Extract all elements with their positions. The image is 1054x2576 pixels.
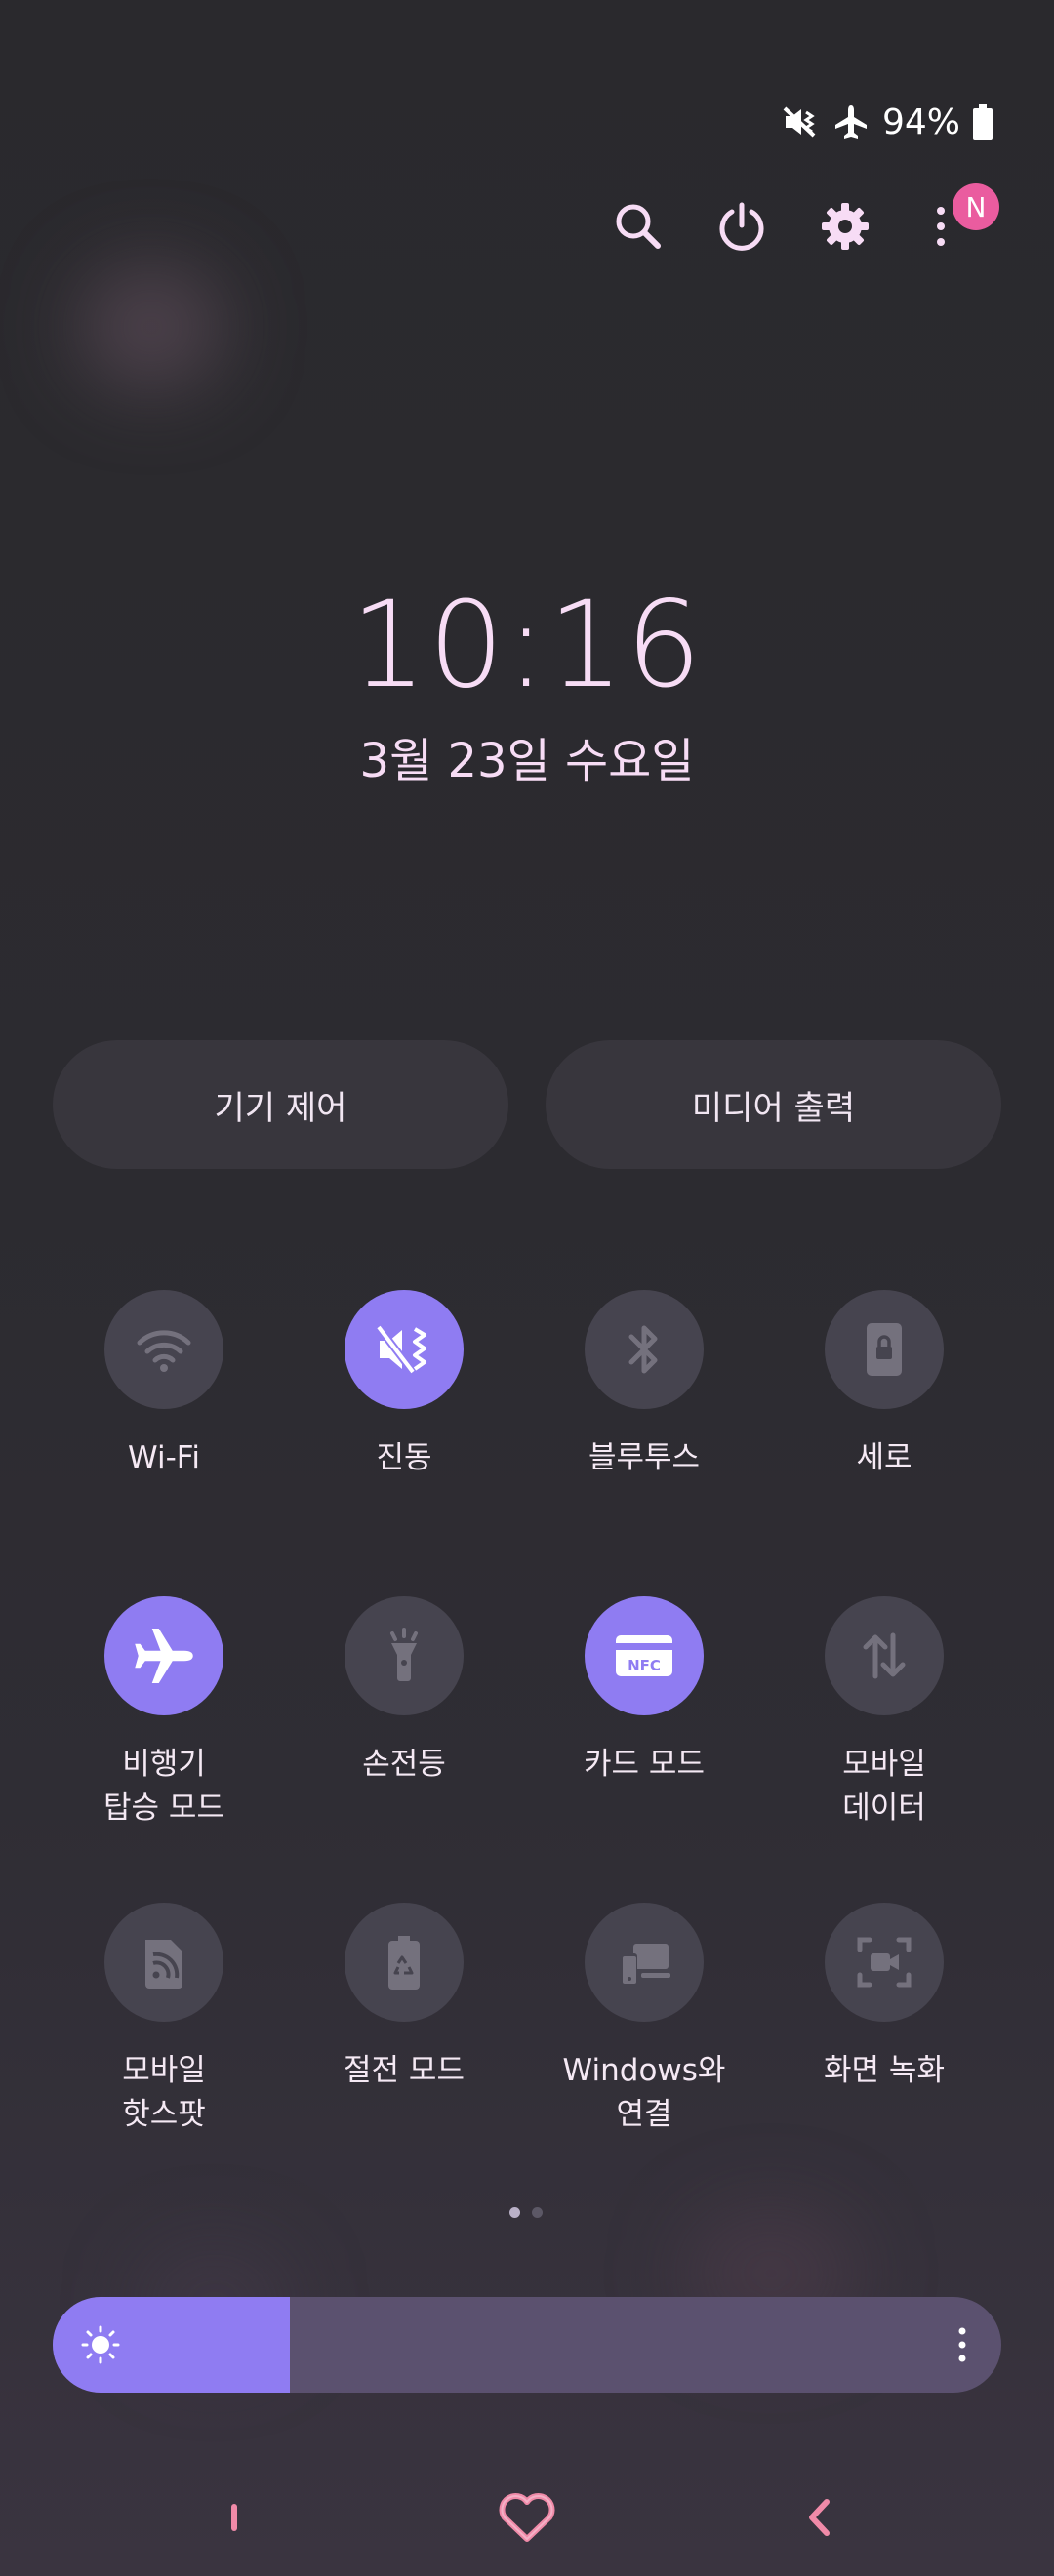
portrait-lock-icon[interactable] [825,1290,944,1409]
back-icon[interactable] [781,2478,859,2556]
settings-gear-icon[interactable] [812,193,878,260]
sun-icon [80,2324,121,2369]
tile-flashlight[interactable]: 손전등 [284,1596,524,1903]
tile-wifi-label: Wi-Fi [128,1440,200,1475]
hotspot-icon[interactable] [104,1903,223,2022]
tile-portrait-label: 세로 [856,1440,912,1475]
page-indicator [509,2207,543,2218]
bluetooth-icon[interactable] [585,1290,704,1409]
tile-flashlight-label: 손전등 [362,1747,446,1782]
home-heart-icon[interactable] [488,2478,566,2556]
link-windows-icon[interactable] [585,1903,704,2022]
tile-nfc[interactable]: NFC 카드 모드 [524,1596,764,1903]
clock-time: 10:16 [350,576,704,714]
navigation-bar [0,2478,1054,2556]
tile-bluetooth[interactable]: 블루투스 [524,1290,764,1596]
tile-portrait[interactable]: 세로 [764,1290,1004,1596]
tile-airplane-label: 비행기 탑승 모드 [103,1747,224,1826]
tile-power-saving-label: 절전 모드 [344,2053,465,2088]
tile-mobile-data[interactable]: 모바일 데이터 [764,1596,1004,1903]
nfc-card-icon[interactable]: NFC [585,1596,704,1715]
tile-link-windows[interactable]: Windows와 연결 [524,1903,764,2209]
vibrate-mute-icon [781,102,820,141]
airplane-icon[interactable] [104,1596,223,1715]
page-dot-1 [509,2207,520,2218]
tile-mobile-data-label: 모바일 데이터 [842,1747,926,1826]
tile-power-saving[interactable]: 절전 모드 [284,1903,524,2209]
airplane-status-icon [831,102,871,141]
more-vert-icon[interactable]: N [915,183,999,260]
mobile-data-icon[interactable] [825,1596,944,1715]
brightness-more-icon[interactable] [953,2326,972,2367]
tile-link-windows-label: Windows와 연결 [562,2053,726,2132]
tile-hotspot-label: 모바일 핫스팟 [122,2053,206,2132]
tile-bluetooth-label: 블루투스 [588,1440,701,1475]
vibrate-icon[interactable] [345,1290,464,1409]
flashlight-icon[interactable] [345,1596,464,1715]
tile-airplane[interactable]: 비행기 탑승 모드 [44,1596,284,1903]
recents-icon[interactable] [195,2478,273,2556]
notification-badge: N [953,183,999,230]
status-bar: 94% [781,98,993,146]
tile-nfc-label: 카드 모드 [584,1747,705,1782]
power-saving-icon[interactable] [345,1903,464,2022]
media-output-button[interactable]: 미디어 출력 [546,1040,1001,1169]
tile-screen-record-label: 화면 녹화 [824,2053,945,2088]
quick-settings-grid: Wi-Fi 진동 블루투스 세로 비행기 탑승 모드 손전등 NFC 카드 모드… [44,1290,1010,2209]
nfc-text: NFC [628,1657,661,1674]
power-icon[interactable] [709,193,775,260]
screen-record-icon[interactable] [825,1903,944,2022]
tile-wifi[interactable]: Wi-Fi [44,1290,284,1596]
tile-vibrate-label: 진동 [376,1440,432,1475]
page-dot-2 [532,2207,543,2218]
tile-screen-record[interactable]: 화면 녹화 [764,1903,1004,2209]
tile-hotspot[interactable]: 모바일 핫스팟 [44,1903,284,2209]
tile-vibrate[interactable]: 진동 [284,1290,524,1596]
battery-icon [972,103,993,141]
clock-date: 3월 23일 수요일 [359,734,695,788]
device-control-button[interactable]: 기기 제어 [53,1040,508,1169]
shortcut-buttons: 기기 제어 미디어 출력 [53,1040,1001,1169]
wifi-icon[interactable] [104,1290,223,1409]
battery-percent: 94% [881,101,960,142]
search-icon[interactable] [605,193,671,260]
brightness-slider[interactable] [53,2297,1001,2393]
quick-panel-toolbar: N [605,183,999,260]
